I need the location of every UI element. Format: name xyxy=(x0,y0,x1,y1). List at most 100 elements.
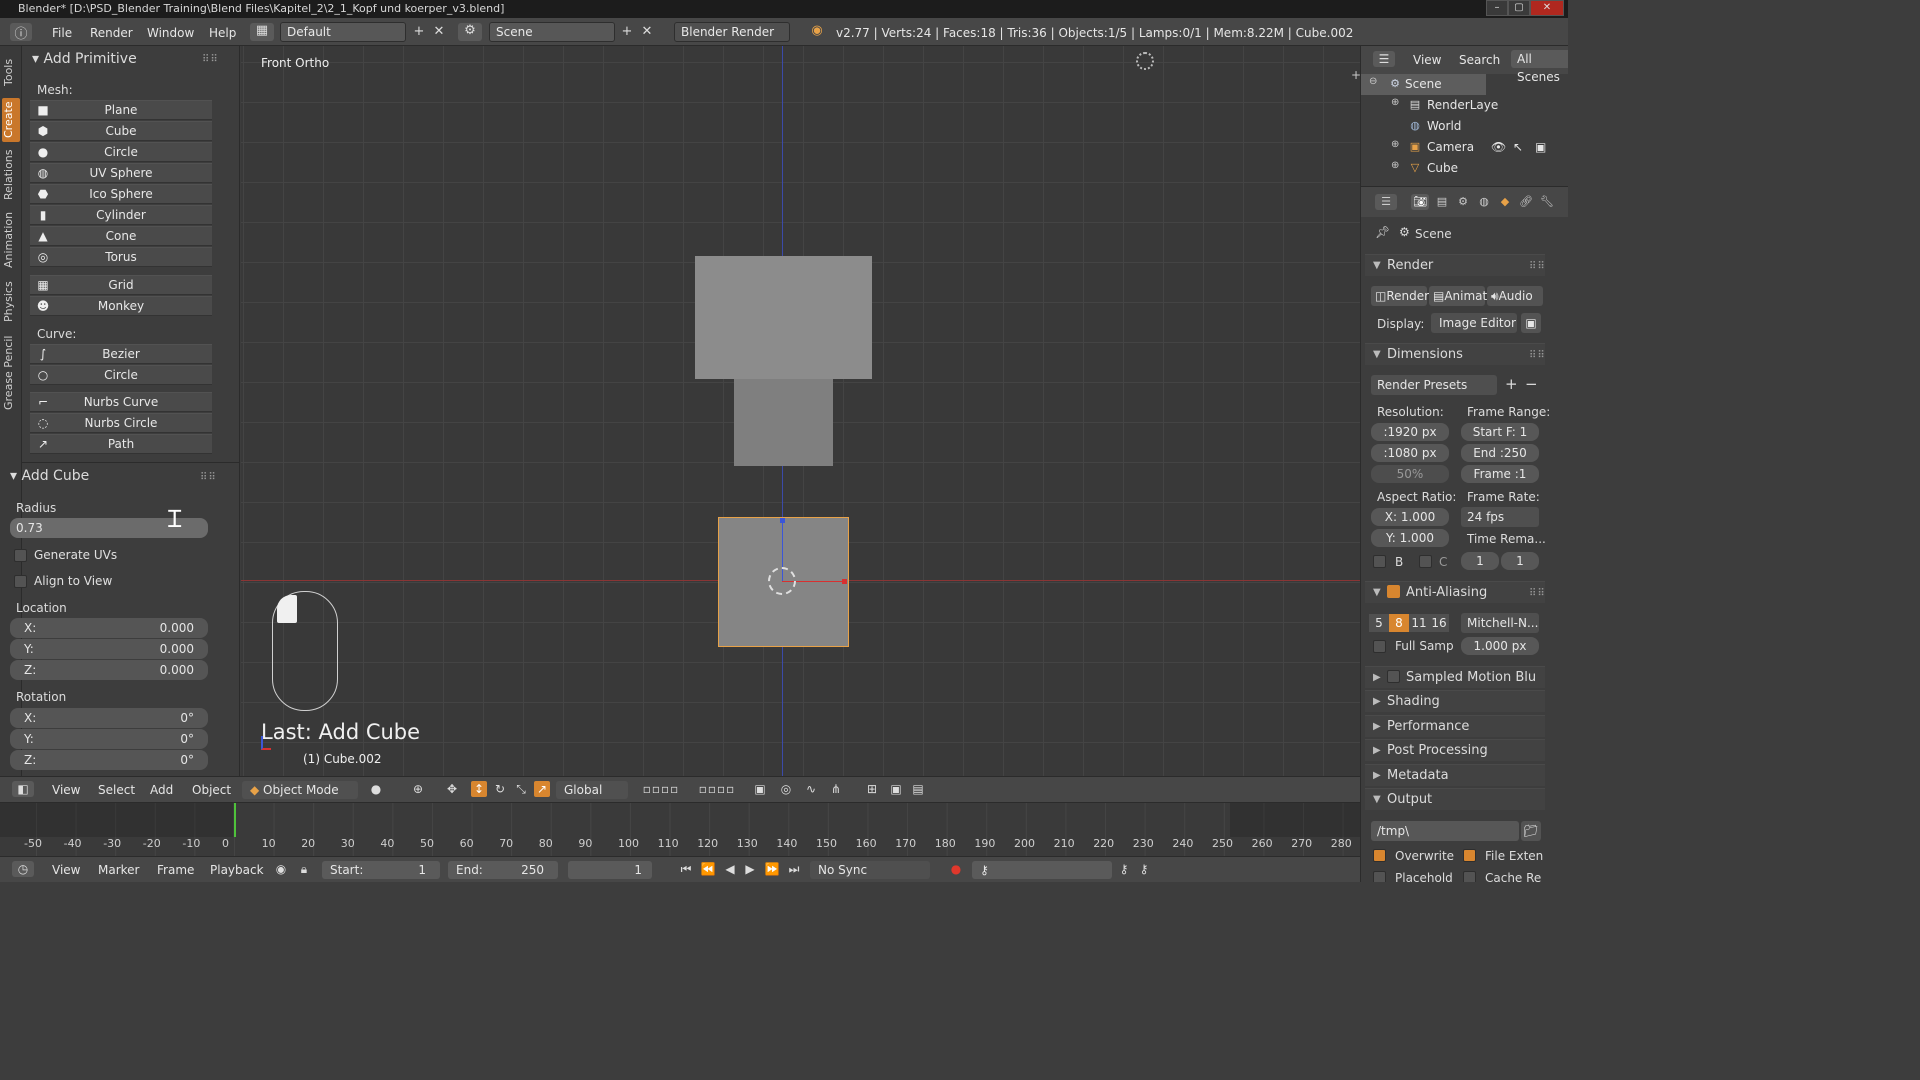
placeholders-checkbox[interactable] xyxy=(1373,871,1386,882)
tab-tools[interactable]: Tools xyxy=(2,52,20,92)
scale-manipulator-icon[interactable]: ⤡ xyxy=(513,781,529,797)
expand-panel-icon[interactable]: + xyxy=(1351,68,1360,82)
snap-icon[interactable]: ↗ xyxy=(534,781,550,797)
rotation-z-field[interactable]: Z: 0° xyxy=(10,750,208,770)
add-ico-sphere-button[interactable]: ⬣ Ico Sphere xyxy=(30,184,212,204)
end-frame-prop-field[interactable]: End :250 xyxy=(1461,444,1539,462)
render-camera-icon[interactable]: ▣ xyxy=(1535,140,1546,154)
next-keyframe-icon[interactable]: ⏩ xyxy=(764,861,780,877)
object-menu[interactable]: Object xyxy=(192,783,231,797)
rotation-x-field[interactable]: X: 0° xyxy=(10,708,208,728)
object-tab-icon[interactable]: ◆ xyxy=(1496,194,1514,210)
filter-size-field[interactable]: 1.000 px xyxy=(1461,637,1539,655)
outliner-editor-icon[interactable]: ☰ xyxy=(1373,51,1395,67)
drag-handle-icon[interactable]: ⠿⠿ xyxy=(202,54,219,65)
location-z-field[interactable]: Z: 0.000 xyxy=(10,660,208,680)
frame-rate-select[interactable]: 24 fps xyxy=(1461,507,1539,527)
cache-result-checkbox[interactable] xyxy=(1463,871,1476,882)
add-uv-sphere-button[interactable]: ◍ UV Sphere xyxy=(30,163,212,183)
motion-blur-panel-header[interactable]: ▶ Sampled Motion Blu xyxy=(1365,666,1545,688)
jump-end-icon[interactable]: ⏭ xyxy=(786,861,802,877)
drag-handle-icon[interactable]: ⠿⠿ xyxy=(1529,261,1546,272)
performance-panel-header[interactable]: ▶ Performance xyxy=(1365,715,1545,737)
scene-field[interactable]: Scene xyxy=(489,22,615,42)
overwrite-checkbox[interactable] xyxy=(1373,849,1386,862)
jump-start-icon[interactable]: ⏮ xyxy=(678,861,694,877)
mode-select[interactable]: ◆ Object Mode xyxy=(242,781,358,799)
rotate-manipulator-icon[interactable]: ↻ xyxy=(492,781,508,797)
scene-icon[interactable]: ⚙ xyxy=(458,23,482,41)
minimize-button[interactable]: – xyxy=(1486,0,1508,16)
playhead[interactable] xyxy=(234,803,236,837)
resolution-y-field[interactable]: :1080 px xyxy=(1371,444,1449,462)
time-old-field[interactable]: 1 xyxy=(1461,552,1499,570)
layout-field[interactable]: Default xyxy=(280,22,406,42)
motion-blur-checkbox[interactable] xyxy=(1387,670,1400,683)
rotation-y-field[interactable]: Y: 0° xyxy=(10,729,208,749)
constraints-tab-icon[interactable]: 🔗︎ xyxy=(1517,194,1535,210)
modifiers-tab-icon[interactable]: 🔧︎ xyxy=(1538,194,1556,210)
translate-manipulator-icon[interactable]: ↕ xyxy=(471,781,487,797)
layers-icon[interactable]: ▫▫▫▫ xyxy=(692,781,742,797)
timeline-editor-icon[interactable]: ◷ xyxy=(12,861,34,877)
viewport-shading-icon[interactable]: ● xyxy=(368,781,384,797)
record-icon[interactable]: ● xyxy=(948,861,964,877)
play-icon[interactable]: ▶ xyxy=(742,861,758,877)
add-curve-circle-button[interactable]: ○ Circle xyxy=(30,365,212,385)
add-monkey-button[interactable]: ☻ Monkey xyxy=(30,296,212,316)
outliner-item-scene[interactable]: ⊖ ⚙ Scene xyxy=(1361,74,1486,95)
tab-create[interactable]: Create xyxy=(2,98,20,142)
visibility-eye-icon[interactable]: 👁︎ xyxy=(1491,140,1506,154)
add-scene-icon[interactable]: + xyxy=(620,24,634,39)
playback-menu[interactable]: Playback xyxy=(210,863,264,877)
opengl-animation-icon[interactable]: ▤ xyxy=(910,781,926,797)
outliner-item-cube[interactable]: ⊕ ▽ Cube xyxy=(1361,158,1568,179)
resolution-percentage-field[interactable]: 50% xyxy=(1371,465,1449,483)
snap-element-icon[interactable]: ⋔ xyxy=(828,781,844,797)
aspect-y-field[interactable]: Y: 1.000 xyxy=(1371,529,1449,547)
screen-layout-icon[interactable]: ▦ xyxy=(250,23,274,41)
close-window-button[interactable]: ✕ xyxy=(1530,0,1564,16)
outliner-item-renderlayers[interactable]: ⊕ ▤ RenderLaye xyxy=(1361,95,1568,116)
add-cube-button[interactable]: ⬢ Cube xyxy=(30,121,212,141)
generate-uvs-checkbox[interactable] xyxy=(14,549,27,562)
snap-target-icon[interactable]: ⊞ xyxy=(864,781,880,797)
audio-button[interactable]: 🔊︎Audio xyxy=(1487,286,1543,306)
prev-keyframe-icon[interactable]: ⏪ xyxy=(700,861,716,877)
sync-mode-select[interactable]: No Sync xyxy=(810,861,930,879)
add-plane-button[interactable]: ■ Plane xyxy=(30,100,212,120)
add-layout-icon[interactable]: + xyxy=(412,24,426,39)
menu-help[interactable]: Help xyxy=(209,26,236,40)
proportional-falloff-icon[interactable]: ∿ xyxy=(803,781,819,797)
properties-editor-icon[interactable]: ☰ xyxy=(1375,194,1397,210)
file-extensions-checkbox[interactable] xyxy=(1463,849,1476,862)
end-frame-field[interactable]: End: 250 xyxy=(448,861,558,879)
shading-panel-header[interactable]: ▶ Shading xyxy=(1365,690,1545,712)
post-processing-panel-header[interactable]: ▶ Post Processing xyxy=(1365,739,1545,761)
3d-viewport[interactable]: Front Ortho Last: Add Cube (1) Cube.002 … xyxy=(241,46,1360,776)
full-sample-checkbox[interactable] xyxy=(1373,640,1386,653)
current-frame-field[interactable]: 1 xyxy=(568,861,652,879)
start-frame-field[interactable]: Start: 1 xyxy=(322,861,440,879)
add-nurbs-circle-button[interactable]: ◌ Nurbs Circle xyxy=(30,413,212,433)
render-engine-select[interactable]: Blender Render xyxy=(674,22,790,42)
location-x-field[interactable]: X: 0.000 xyxy=(10,618,208,638)
animation-button[interactable]: ▤Animat xyxy=(1429,286,1487,306)
scene-tab-icon[interactable]: ⚙ xyxy=(1454,194,1472,210)
output-path-input[interactable]: /tmp\ xyxy=(1371,821,1519,841)
tab-grease-pencil[interactable]: Grease Pencil xyxy=(2,334,20,412)
outliner-item-world[interactable]: ◍ World xyxy=(1361,116,1568,137)
add-torus-button[interactable]: ◎ Torus xyxy=(30,247,212,267)
frame-step-field[interactable]: Frame :1 xyxy=(1461,465,1539,483)
pin-icon[interactable]: 📌︎ xyxy=(1375,225,1390,239)
aa-samples-8[interactable]: 8 xyxy=(1389,614,1409,632)
lock-icon[interactable]: 🔒︎ xyxy=(296,861,312,877)
render-presets-select[interactable]: Render Presets xyxy=(1371,375,1497,395)
head-cube[interactable] xyxy=(695,256,872,379)
menu-render[interactable]: Render xyxy=(90,26,133,40)
keying-set-field[interactable]: ⚷ xyxy=(972,861,1112,879)
add-cube-header[interactable]: ▾ Add Cube xyxy=(10,468,89,484)
play-reverse-icon[interactable]: ◀ xyxy=(722,861,738,877)
lock-layers-icon[interactable]: ▣ xyxy=(752,781,768,797)
tab-relations[interactable]: Relations xyxy=(2,148,20,202)
